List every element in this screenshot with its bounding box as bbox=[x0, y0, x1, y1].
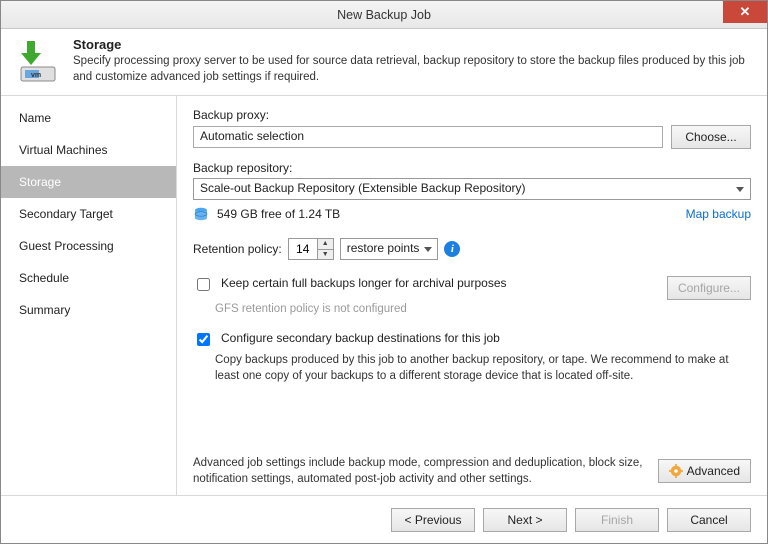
previous-button[interactable]: < Previous bbox=[391, 508, 475, 532]
sidebar-item-name[interactable]: Name bbox=[1, 102, 176, 134]
advanced-description: Advanced job settings include backup mod… bbox=[193, 455, 648, 487]
gear-icon bbox=[669, 464, 683, 478]
retention-unit-select[interactable]: restore points bbox=[340, 238, 439, 260]
free-space-text: 549 GB free of 1.24 TB bbox=[217, 207, 340, 221]
sidebar-item-storage[interactable]: Storage bbox=[1, 166, 176, 198]
disk-icon bbox=[193, 206, 209, 222]
backup-repo-label: Backup repository: bbox=[193, 161, 751, 175]
advanced-button-label: Advanced bbox=[687, 464, 740, 478]
header-title: Storage bbox=[73, 37, 755, 52]
backup-proxy-label: Backup proxy: bbox=[193, 108, 751, 122]
retention-value-input[interactable] bbox=[289, 239, 317, 259]
header-text: Storage Specify processing proxy server … bbox=[73, 37, 755, 85]
window-title: New Backup Job bbox=[337, 8, 431, 22]
keep-full-label: Keep certain full backups longer for arc… bbox=[221, 276, 507, 290]
spinner-up[interactable]: ▲ bbox=[318, 239, 333, 250]
keep-full-checkbox[interactable] bbox=[197, 278, 210, 291]
sidebar-item-summary[interactable]: Summary bbox=[1, 294, 176, 326]
dialog-body: Name Virtual Machines Storage Secondary … bbox=[1, 96, 767, 495]
configure-gfs-button: Configure... bbox=[667, 276, 751, 300]
gfs-note: GFS retention policy is not configured bbox=[215, 303, 751, 315]
next-button[interactable]: Next > bbox=[483, 508, 567, 532]
svg-text:vm: vm bbox=[31, 72, 41, 79]
secondary-dest-label: Configure secondary backup destinations … bbox=[221, 331, 500, 345]
map-backup-link[interactable]: Map backup bbox=[686, 207, 751, 221]
content-panel: Backup proxy: Automatic selection Choose… bbox=[177, 96, 767, 495]
secondary-dest-desc: Copy backups produced by this job to ano… bbox=[215, 352, 751, 384]
choose-proxy-button[interactable]: Choose... bbox=[671, 125, 751, 149]
dialog-footer: < Previous Next > Finish Cancel bbox=[1, 495, 767, 543]
storage-header-icon: vm bbox=[13, 37, 61, 85]
secondary-dest-checkbox[interactable] bbox=[197, 333, 210, 346]
spinner-down[interactable]: ▼ bbox=[318, 250, 333, 260]
title-bar: New Backup Job ✕ bbox=[1, 1, 767, 29]
retention-spinner[interactable]: ▲ ▼ bbox=[288, 238, 334, 260]
close-button[interactable]: ✕ bbox=[723, 1, 767, 23]
finish-button: Finish bbox=[575, 508, 659, 532]
dialog-header: vm Storage Specify processing proxy serv… bbox=[1, 29, 767, 96]
dialog-window: New Backup Job ✕ vm Storage Specify proc… bbox=[0, 0, 768, 544]
sidebar-item-guest-processing[interactable]: Guest Processing bbox=[1, 230, 176, 262]
wizard-sidebar: Name Virtual Machines Storage Secondary … bbox=[1, 96, 177, 495]
header-description: Specify processing proxy server to be us… bbox=[73, 54, 755, 85]
sidebar-item-secondary-target[interactable]: Secondary Target bbox=[1, 198, 176, 230]
backup-proxy-input[interactable]: Automatic selection bbox=[193, 126, 663, 148]
advanced-button[interactable]: Advanced bbox=[658, 459, 751, 483]
retention-label: Retention policy: bbox=[193, 242, 282, 256]
info-icon[interactable]: i bbox=[444, 241, 460, 257]
backup-repo-select[interactable]: Scale-out Backup Repository (Extensible … bbox=[193, 178, 751, 200]
sidebar-item-virtual-machines[interactable]: Virtual Machines bbox=[1, 134, 176, 166]
cancel-button[interactable]: Cancel bbox=[667, 508, 751, 532]
sidebar-item-schedule[interactable]: Schedule bbox=[1, 262, 176, 294]
